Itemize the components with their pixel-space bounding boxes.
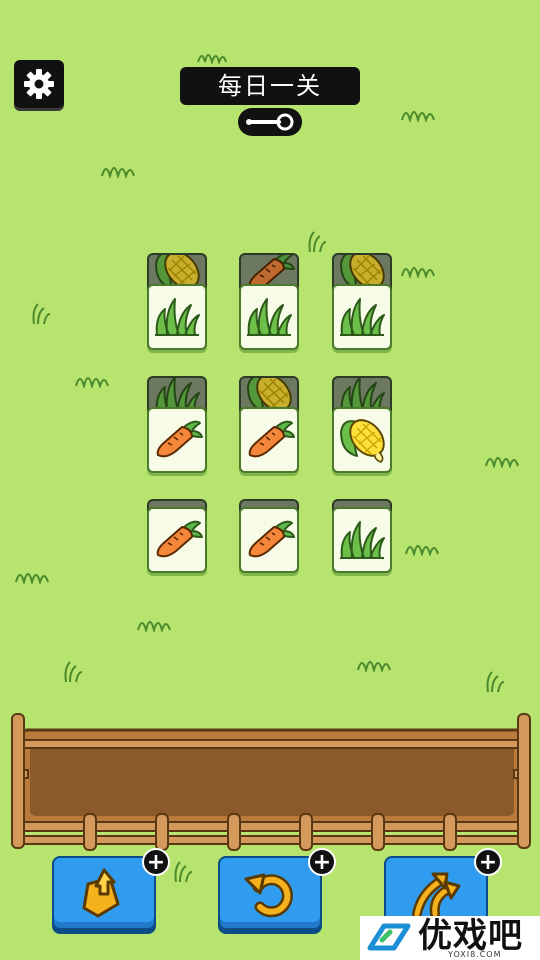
- grass-icon: [336, 514, 388, 566]
- grass-decoration: [197, 54, 227, 64]
- carrot-tile[interactable]: [239, 407, 299, 473]
- grass-decoration: [401, 267, 435, 278]
- carrot-tile[interactable]: [147, 507, 207, 573]
- grass-icon: [336, 291, 388, 343]
- key-icon: [246, 113, 294, 131]
- grass-decoration: [32, 303, 51, 325]
- grass-decoration: [101, 167, 135, 178]
- grass-tile[interactable]: [332, 507, 392, 573]
- move-out-button[interactable]: +: [52, 848, 170, 930]
- grass-decoration: [137, 621, 171, 632]
- corn-tile[interactable]: [332, 407, 392, 473]
- carrot-icon: [150, 513, 204, 567]
- gear-icon: [24, 69, 54, 99]
- shuffle-icon: [412, 872, 461, 919]
- grass-icon: [151, 291, 203, 343]
- key-badge: [238, 108, 302, 136]
- watermark-logo: [367, 923, 411, 951]
- corn-icon: [335, 412, 389, 468]
- watermark-url: YOXI8.COM: [448, 950, 502, 959]
- grass-decoration: [15, 573, 49, 584]
- tile-slot-tray: [11, 713, 531, 851]
- carrot-icon: [242, 513, 296, 567]
- grass-decoration: [308, 231, 327, 253]
- grass-decoration: [485, 457, 519, 468]
- watermark: 优戏吧 YOXI8.COM: [360, 916, 540, 960]
- add-badge[interactable]: +: [308, 848, 336, 876]
- grass-tile[interactable]: [147, 284, 207, 350]
- carrot-tile[interactable]: [147, 407, 207, 473]
- grass-decoration: [357, 661, 391, 672]
- carrot-icon: [150, 413, 204, 467]
- grass-decoration: [401, 111, 435, 122]
- grass-decoration: [486, 671, 505, 693]
- grass-decoration: [174, 861, 193, 883]
- grass-decoration: [64, 661, 83, 683]
- carrot-icon: [242, 413, 296, 467]
- undo-button[interactable]: +: [218, 848, 336, 930]
- grass-decoration: [75, 377, 109, 388]
- grass-tile[interactable]: [332, 284, 392, 350]
- page-title: 每日一关: [180, 67, 360, 105]
- undo-icon: [244, 873, 293, 918]
- grass-decoration: [405, 545, 439, 556]
- add-badge[interactable]: +: [474, 848, 502, 876]
- settings-button[interactable]: [14, 60, 64, 108]
- carrot-tile[interactable]: [239, 507, 299, 573]
- add-badge[interactable]: +: [142, 848, 170, 876]
- grass-icon: [243, 291, 295, 343]
- move-out-icon: [82, 868, 120, 918]
- grass-tile[interactable]: [239, 284, 299, 350]
